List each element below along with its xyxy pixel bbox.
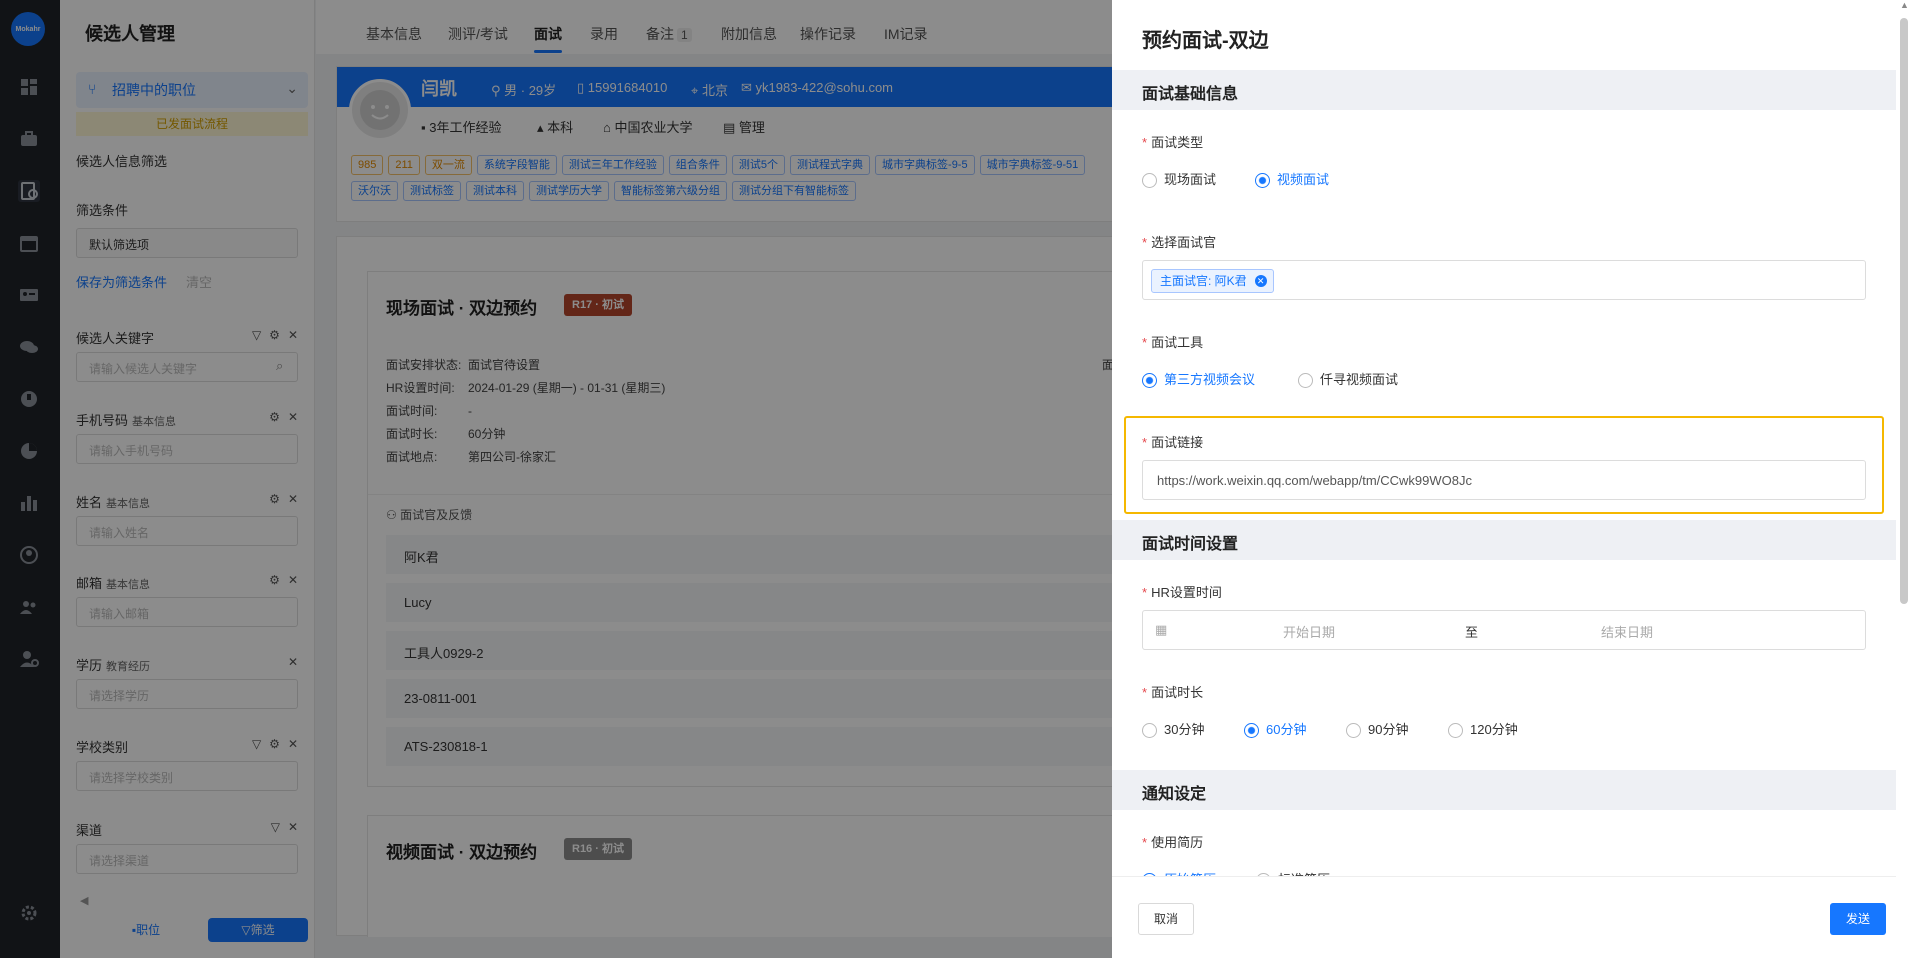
interviewer-chip: 主面试官: 阿K君 ✕ [1151,269,1274,293]
modal-overlay[interactable] [0,0,1112,958]
scroll-up-icon[interactable]: ▲ [1900,0,1909,10]
label-text: 面试类型 [1151,135,1204,150]
interviewer-select[interactable]: 主面试官: 阿K君 ✕ [1142,260,1866,300]
required-mark: * [1142,435,1148,450]
chip-label: 主面试官: 阿K君 [1160,274,1247,288]
drawer-title: 预约面试-双边 [1142,30,1269,52]
end-date-input[interactable]: 结束日期 [1601,622,1653,641]
interviewer-label: * 选择面试官 [1142,232,1216,251]
remove-chip-icon[interactable]: ✕ [1254,275,1267,287]
range-separator: 至 [1465,625,1479,640]
required-mark: * [1142,585,1148,600]
duration-label: * 面试时长 [1142,682,1203,701]
section-notification: 通知设定 [1112,770,1896,810]
radio-onsite[interactable]: 现场面试 [1142,171,1216,189]
label-text: 选择面试官 [1151,235,1217,250]
resume-label: * 使用简历 [1142,832,1203,851]
cancel-button[interactable]: 取消 [1138,903,1194,935]
radio-moseeker-video[interactable]: 仟寻视频面试 [1298,371,1398,389]
radio-60min[interactable]: 60分钟 [1244,721,1306,739]
calendar-icon: ▦ [1155,622,1168,637]
start-date-input[interactable]: 开始日期 [1283,622,1335,641]
label-text: 面试时长 [1151,685,1204,700]
required-mark: * [1142,135,1148,150]
interview-type-label: * 面试类型 [1142,132,1203,151]
schedule-interview-drawer: 预约面试-双边 ▲ 面试基础信息 * 面试类型 现场面试 视频面试 * 选择面试官 … [1112,0,1912,958]
required-mark: * [1142,235,1148,250]
section-basic-info: 面试基础信息 [1112,70,1896,110]
radio-video[interactable]: 视频面试 [1255,171,1329,189]
drawer-scrollbar[interactable] [1900,18,1908,604]
section-time-settings: 面试时间设置 [1112,520,1896,560]
radio-third-party-video[interactable]: 第三方视频会议 [1142,371,1255,389]
radio-120min[interactable]: 120分钟 [1448,721,1518,739]
radio-90min[interactable]: 90分钟 [1346,721,1408,739]
radio-30min[interactable]: 30分钟 [1142,721,1204,739]
hr-time-label: * HR设置时间 [1142,582,1222,601]
interview-link-label: * 面试链接 [1142,432,1203,451]
interview-tool-label: * 面试工具 [1142,332,1203,351]
label-text: 使用简历 [1151,835,1204,850]
interview-link-value: https://work.weixin.qq.com/webapp/tm/CCw… [1157,473,1472,488]
required-mark: * [1142,685,1148,700]
required-mark: * [1142,835,1148,850]
label-text: 面试工具 [1151,335,1204,350]
label-text: 面试链接 [1151,435,1204,450]
interview-link-input[interactable]: https://work.weixin.qq.com/webapp/tm/CCw… [1142,460,1866,500]
send-button[interactable]: 发送 [1830,903,1886,935]
date-range-picker[interactable]: ▦ 开始日期 至 结束日期 [1142,610,1866,650]
label-text: HR设置时间 [1151,585,1222,600]
required-mark: * [1142,335,1148,350]
drawer-footer: 取消 发送 [1112,876,1896,958]
